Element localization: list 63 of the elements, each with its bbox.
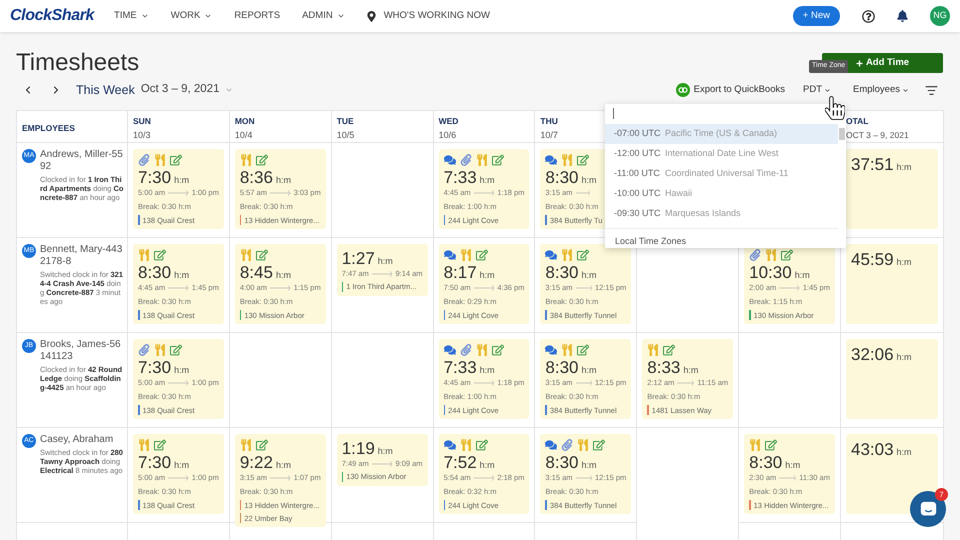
- hours-unit: h:m: [480, 174, 495, 187]
- total-hours: 45:59: [850, 249, 894, 271]
- hours-unit: h:m: [683, 364, 698, 377]
- total-unit: h:m: [896, 256, 912, 269]
- hours-unit: h:m: [582, 174, 597, 187]
- total-hours: 37:51: [850, 154, 894, 176]
- hours-unit: h:m: [174, 459, 190, 472]
- day-header: THU: [540, 115, 558, 128]
- date-header: 10/3: [133, 128, 151, 142]
- hours-unit: h:m: [174, 364, 190, 377]
- hours-unit: h:m: [276, 269, 291, 282]
- hours-value: 8:30: [749, 453, 782, 473]
- hours-value: 9:22: [240, 453, 273, 473]
- total-range: OCT 3 – 9, 2021: [846, 128, 909, 142]
- hours-unit: h:m: [378, 445, 393, 458]
- hours-value: 7:33: [444, 358, 477, 378]
- hours-unit: h:m: [174, 269, 190, 282]
- hours-value: 7:30: [138, 168, 172, 188]
- hours-value: 8:17: [444, 263, 477, 283]
- hours-value: 8:30: [545, 263, 579, 283]
- hours-unit: h:m: [785, 459, 800, 472]
- hours-value: 7:52: [444, 453, 477, 473]
- day-header: WED: [438, 115, 458, 128]
- hours-value: 7:30: [138, 358, 172, 378]
- day-header: SUN: [133, 115, 151, 128]
- hours-unit: h:m: [582, 269, 597, 282]
- hours-unit: h:m: [582, 459, 597, 472]
- hours-value: 7:33: [444, 168, 477, 188]
- total-unit: h:m: [896, 161, 912, 174]
- page-title: Timesheets: [16, 48, 140, 78]
- total-header: OTAL: [846, 115, 868, 128]
- hours-unit: h:m: [378, 255, 393, 268]
- hours-unit: h:m: [480, 364, 495, 377]
- total-unit: h:m: [896, 351, 912, 364]
- date-header: 10/6: [438, 128, 456, 142]
- hours-value: 8:45: [240, 263, 273, 283]
- hours-unit: h:m: [794, 269, 810, 282]
- hours-unit: h:m: [276, 459, 291, 472]
- hours-value: 8:33: [647, 358, 680, 378]
- date-header: 10/5: [336, 128, 354, 142]
- hours-value: 8:30: [545, 453, 579, 473]
- hours-value: 8:30: [138, 263, 172, 283]
- day-header: TUE: [336, 115, 354, 128]
- period-label: This Week: [76, 82, 135, 99]
- day-header: MON: [234, 115, 255, 128]
- date-header: 10/7: [540, 128, 558, 142]
- total-hours: 43:03: [850, 439, 894, 461]
- hours-unit: h:m: [582, 364, 597, 377]
- hours-value: 1:19: [342, 439, 375, 459]
- hours-unit: h:m: [480, 269, 495, 282]
- hours-value: 7:30: [138, 453, 172, 473]
- total-unit: h:m: [896, 446, 912, 459]
- date-header: 10/4: [234, 128, 252, 142]
- hours-value: 8:36: [240, 168, 273, 188]
- hours-unit: h:m: [174, 174, 190, 187]
- hours-unit: h:m: [276, 174, 291, 187]
- hours-unit: h:m: [480, 459, 495, 472]
- hours-value: 8:30: [545, 168, 579, 188]
- column-header: EMPLOYEES: [22, 123, 75, 133]
- hours-value: 10:30: [749, 263, 792, 283]
- hours-value: 8:30: [545, 358, 579, 378]
- hours-value: 1:27: [342, 249, 375, 269]
- total-hours: 32:06: [850, 344, 894, 366]
